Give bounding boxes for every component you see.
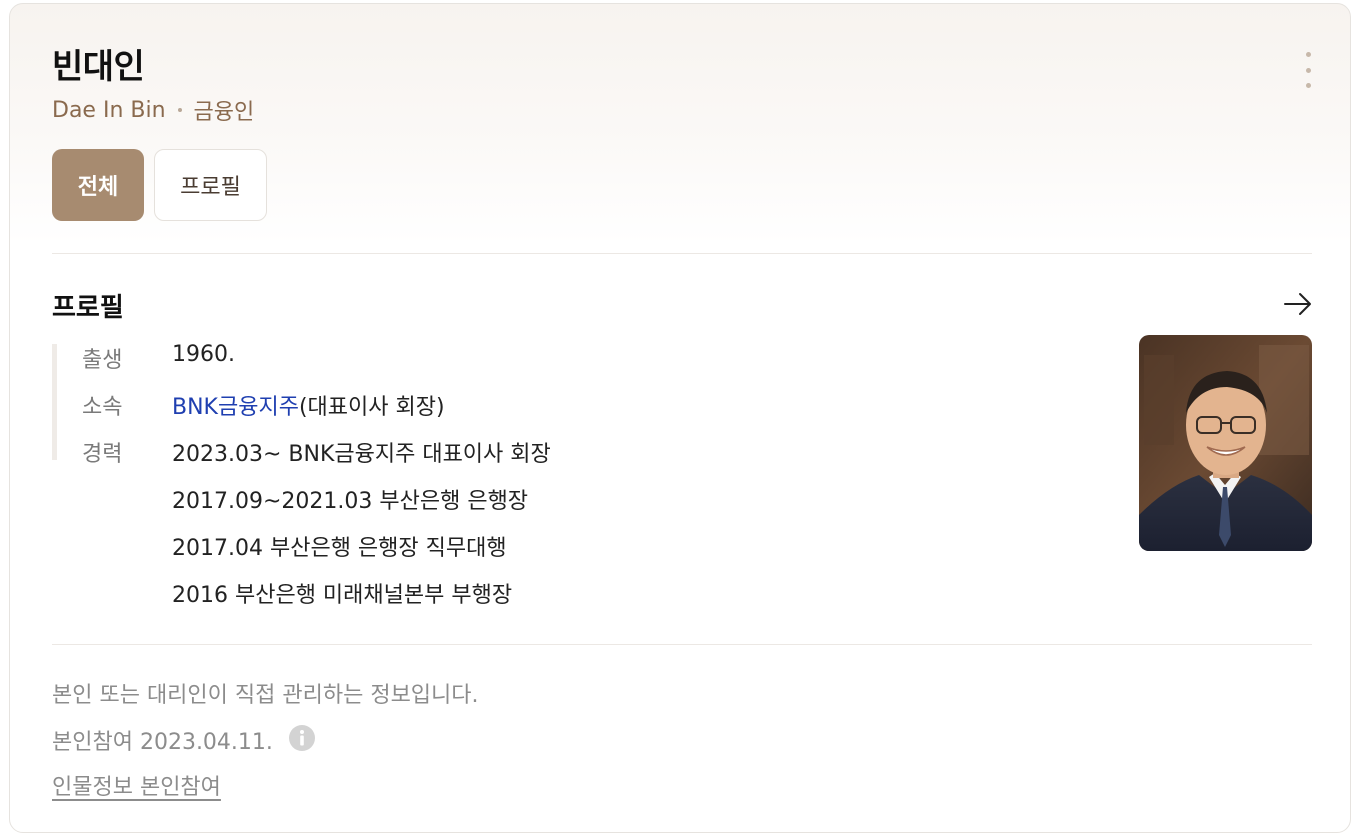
tab-all[interactable]: 전체 — [52, 149, 144, 221]
section-title-profile: 프로필 — [52, 293, 124, 323]
person-subtitle: Dae In Bin 금융인 — [52, 94, 254, 126]
affiliation-value: BNK금융지주(대표이사 회장) — [172, 389, 445, 421]
career-item: 2017.09~2021.03 부산은행 은행장 — [172, 489, 529, 514]
birth-value: 1960. — [172, 342, 235, 367]
self-participation-link[interactable]: 인물정보 본인참여 — [52, 769, 221, 801]
separator-dot — [177, 108, 182, 112]
profile-more-button[interactable] — [1283, 289, 1313, 319]
managed-notice: 본인 또는 대리인이 직접 관리하는 정보입니다. — [52, 683, 479, 708]
person-card: 빈대인 Dae In Bin 금융인 전체 프로필 프로필 출생 1960. 소… — [9, 3, 1351, 833]
divider — [52, 644, 1312, 645]
profile-side-bar — [52, 344, 57, 460]
divider — [52, 253, 1312, 254]
career-item: 2016 부산은행 미래채널본부 부행장 — [172, 583, 513, 608]
participation-date: 본인참여 2023.04.11. — [52, 730, 273, 755]
profile-photo[interactable] — [1139, 335, 1312, 551]
person-name: 빈대인 — [52, 47, 145, 87]
participation-line: 본인참여 2023.04.11. — [52, 724, 316, 758]
birth-label: 출생 — [82, 348, 123, 373]
tab-profile[interactable]: 프로필 — [154, 149, 267, 221]
english-name: Dae In Bin — [52, 97, 166, 123]
more-options-button[interactable] — [1298, 52, 1318, 88]
affiliation-label: 소속 — [82, 395, 123, 420]
affiliation-link[interactable]: BNK금융지주 — [172, 395, 299, 420]
occupation: 금융인 — [193, 100, 255, 125]
career-item: 2017.04 부산은행 은행장 직무대행 — [172, 536, 507, 561]
more-vertical-icon — [1305, 52, 1311, 57]
arrow-right-icon — [1284, 293, 1311, 315]
career-label: 경력 — [82, 442, 123, 467]
affiliation-role: (대표이사 회장) — [298, 395, 445, 420]
career-item: 2023.03~ BNK금융지주 대표이사 회장 — [172, 442, 551, 467]
portrait-image — [1139, 335, 1312, 551]
info-icon[interactable] — [288, 724, 316, 758]
